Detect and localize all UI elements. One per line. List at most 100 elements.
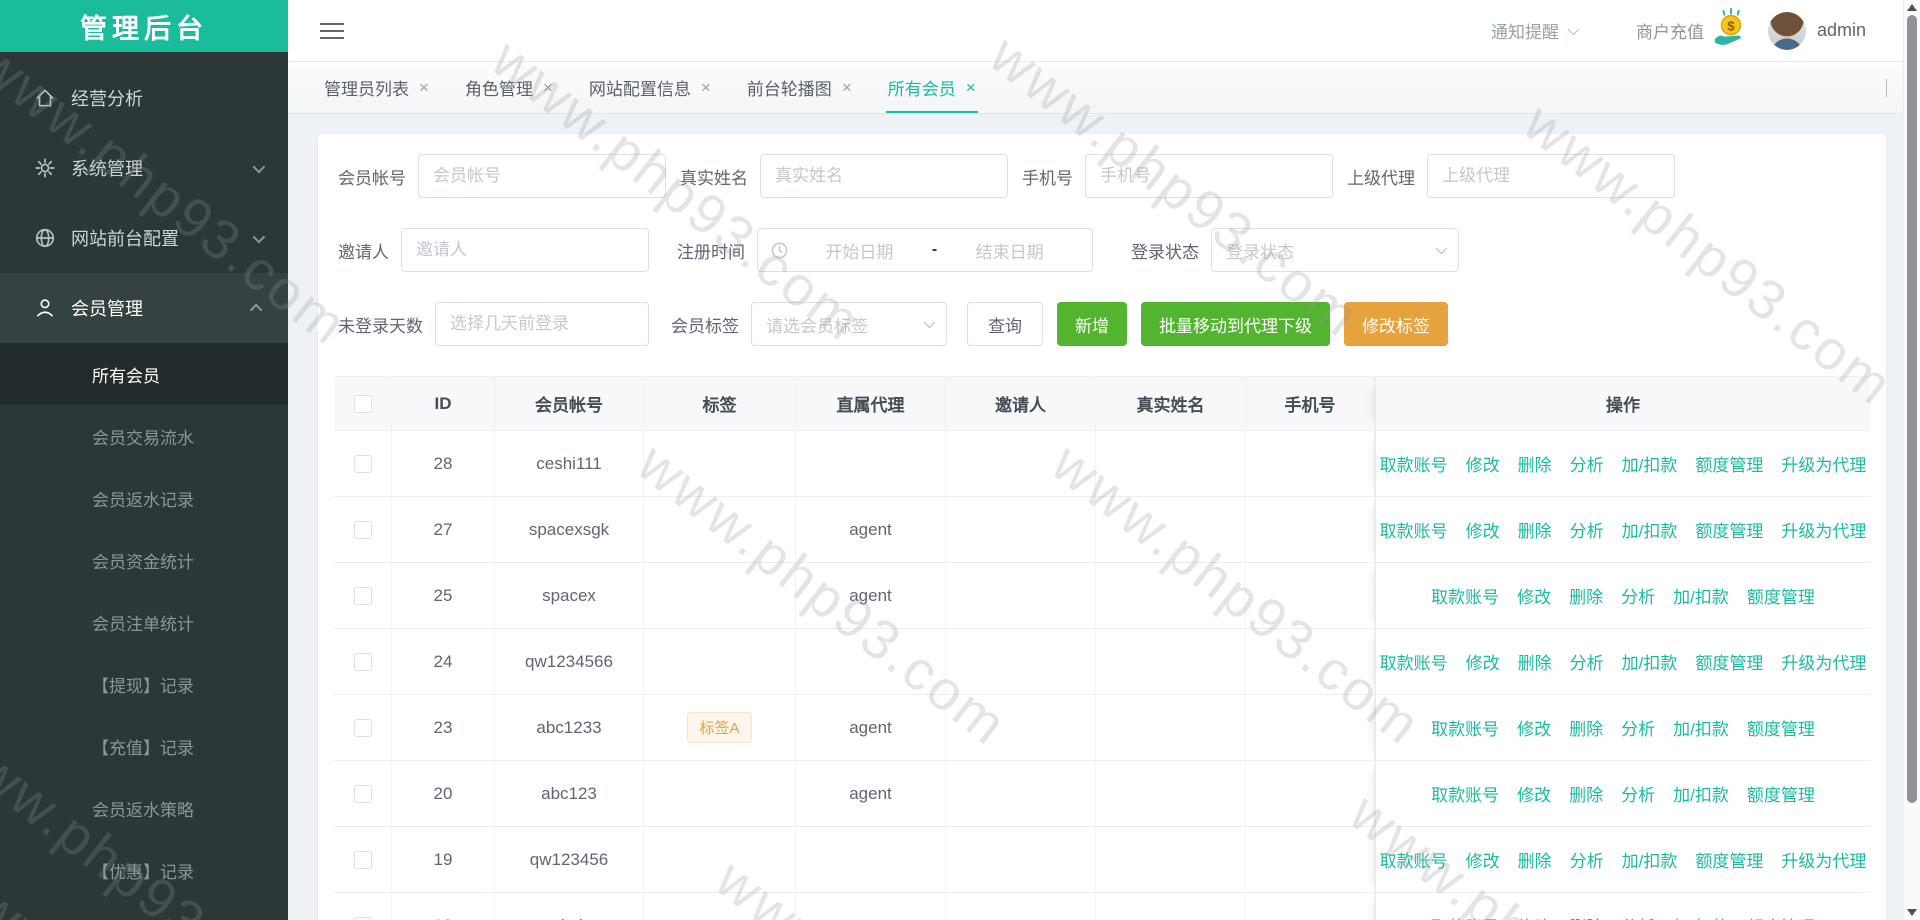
tab-close-icon[interactable]: × — [842, 79, 852, 96]
sidebar-subitem[interactable]: 所有会员 — [0, 343, 288, 405]
sidebar-subitem[interactable]: 会员返水记录 — [0, 467, 288, 529]
action-link[interactable]: 取款账号 — [1380, 517, 1448, 542]
action-link[interactable]: 修改 — [1466, 517, 1500, 542]
sidebar-subitem[interactable]: 会员交易流水 — [0, 405, 288, 467]
batch-move-button[interactable]: 批量移动到代理下级 — [1141, 302, 1330, 346]
tab-close-icon[interactable]: × — [701, 79, 711, 96]
action-link[interactable]: 删除 — [1518, 649, 1552, 674]
tab-active[interactable]: 所有会员× — [888, 62, 976, 113]
row-checkbox[interactable] — [354, 587, 372, 605]
action-link[interactable]: 修改 — [1466, 847, 1500, 872]
sidebar-item-business-analysis[interactable]: 经营分析 — [0, 63, 288, 133]
action-link[interactable]: 修改 — [1517, 781, 1551, 806]
phone-input[interactable] — [1085, 154, 1333, 198]
tab-item[interactable]: 前台轮播图× — [747, 62, 852, 113]
action-link[interactable]: 额度管理 — [1747, 781, 1815, 806]
action-link[interactable]: 修改 — [1466, 451, 1500, 476]
row-checkbox[interactable] — [354, 719, 372, 737]
edit-tag-button[interactable]: 修改标签 — [1344, 302, 1448, 346]
action-link[interactable]: 删除 — [1569, 715, 1603, 740]
no-login-days-input[interactable] — [435, 302, 649, 346]
row-checkbox[interactable] — [354, 917, 372, 920]
scrollbar-thumb[interactable] — [1907, 15, 1917, 803]
action-link[interactable]: 取款账号 — [1431, 583, 1499, 608]
scrollbar-up-arrow[interactable] — [1907, 4, 1917, 11]
action-link[interactable]: 分析 — [1570, 847, 1604, 872]
action-link[interactable]: 额度管理 — [1695, 517, 1763, 542]
inviter-input[interactable] — [401, 228, 649, 272]
action-link[interactable]: 删除 — [1569, 583, 1603, 608]
action-link[interactable]: 额度管理 — [1747, 715, 1815, 740]
action-link[interactable]: 取款账号 — [1431, 715, 1499, 740]
tab-item[interactable]: 网站配置信息× — [589, 62, 711, 113]
action-link[interactable]: 加/扣款 — [1673, 913, 1729, 920]
action-link[interactable]: 删除 — [1518, 517, 1552, 542]
action-link[interactable]: 加/扣款 — [1673, 583, 1729, 608]
merchant-recharge-button[interactable]: 商户充值 $ — [1636, 8, 1752, 53]
action-link[interactable]: 额度管理 — [1695, 847, 1763, 872]
action-link[interactable]: 分析 — [1570, 517, 1604, 542]
scrollbar-down-arrow[interactable] — [1907, 909, 1917, 916]
sidebar-item-member-management[interactable]: 会员管理 — [0, 273, 288, 343]
row-checkbox[interactable] — [354, 653, 372, 671]
action-link[interactable]: 额度管理 — [1695, 649, 1763, 674]
action-link[interactable]: 加/扣款 — [1673, 715, 1729, 740]
hamburger-menu-icon[interactable] — [318, 14, 346, 48]
action-link[interactable]: 分析 — [1570, 451, 1604, 476]
sidebar-subitem[interactable]: 【充值】记录 — [0, 715, 288, 777]
action-link[interactable]: 分析 — [1570, 649, 1604, 674]
action-link[interactable]: 取款账号 — [1431, 781, 1499, 806]
select-all-checkbox[interactable] — [354, 395, 372, 413]
action-link[interactable]: 分析 — [1621, 583, 1655, 608]
sidebar-subitem[interactable]: 【提现】记录 — [0, 653, 288, 715]
parent-agent-input[interactable] — [1427, 154, 1675, 198]
action-link[interactable]: 加/扣款 — [1622, 847, 1678, 872]
real-name-input[interactable] — [760, 154, 1008, 198]
tab-close-icon[interactable]: × — [966, 79, 976, 96]
sidebar-subitem[interactable]: 会员注单统计 — [0, 591, 288, 653]
action-link[interactable]: 加/扣款 — [1622, 451, 1678, 476]
vertical-scrollbar[interactable] — [1903, 0, 1920, 920]
action-link[interactable]: 分析 — [1621, 715, 1655, 740]
action-link[interactable]: 分析 — [1621, 781, 1655, 806]
tab-item[interactable]: 管理员列表× — [324, 62, 429, 113]
action-link[interactable]: 取款账号 — [1380, 451, 1448, 476]
sidebar-subitem[interactable]: 会员返水策略 — [0, 777, 288, 839]
action-link[interactable]: 修改 — [1517, 583, 1551, 608]
account-input[interactable] — [418, 154, 666, 198]
tab-item[interactable]: 角色管理× — [465, 62, 553, 113]
action-link[interactable]: 删除 — [1518, 847, 1552, 872]
action-link[interactable]: 加/扣款 — [1622, 517, 1678, 542]
action-link[interactable]: 升级为代理 — [1781, 847, 1866, 872]
action-link[interactable]: 取款账号 — [1380, 649, 1448, 674]
action-link[interactable]: 额度管理 — [1747, 583, 1815, 608]
sidebar-subitem[interactable]: 【优惠】记录 — [0, 839, 288, 901]
sidebar-subitem[interactable]: 会员资金统计 — [0, 529, 288, 591]
member-tag-select[interactable]: 请选会员标签 — [751, 302, 947, 346]
action-link[interactable]: 额度管理 — [1747, 913, 1815, 920]
action-link[interactable]: 修改 — [1466, 649, 1500, 674]
add-button[interactable]: 新增 — [1057, 302, 1127, 346]
action-link[interactable]: 升级为代理 — [1781, 517, 1866, 542]
row-checkbox[interactable] — [354, 455, 372, 473]
sidebar-item-system-management[interactable]: 系统管理 — [0, 133, 288, 203]
avatar[interactable] — [1768, 12, 1806, 50]
tabs-overflow-button[interactable] — [1870, 69, 1903, 107]
action-link[interactable]: 分析 — [1621, 913, 1655, 920]
action-link[interactable]: 修改 — [1517, 913, 1551, 920]
login-status-select[interactable]: 登录状态 — [1211, 228, 1459, 272]
action-link[interactable]: 加/扣款 — [1622, 649, 1678, 674]
sidebar-item-frontend-config[interactable]: 网站前台配置 — [0, 203, 288, 273]
row-checkbox[interactable] — [354, 785, 372, 803]
action-link[interactable]: 加/扣款 — [1673, 781, 1729, 806]
action-link[interactable]: 取款账号 — [1431, 913, 1499, 920]
action-link[interactable]: 删除 — [1518, 451, 1552, 476]
action-link[interactable]: 升级为代理 — [1781, 649, 1866, 674]
notification-menu[interactable]: 通知提醒 — [1491, 18, 1576, 43]
action-link[interactable]: 删除 — [1569, 913, 1603, 920]
action-link[interactable]: 取款账号 — [1380, 847, 1448, 872]
register-time-range-picker[interactable]: 开始日期 - 结束日期 — [757, 228, 1093, 272]
tab-close-icon[interactable]: × — [419, 79, 429, 96]
action-link[interactable]: 修改 — [1517, 715, 1551, 740]
row-checkbox[interactable] — [354, 851, 372, 869]
